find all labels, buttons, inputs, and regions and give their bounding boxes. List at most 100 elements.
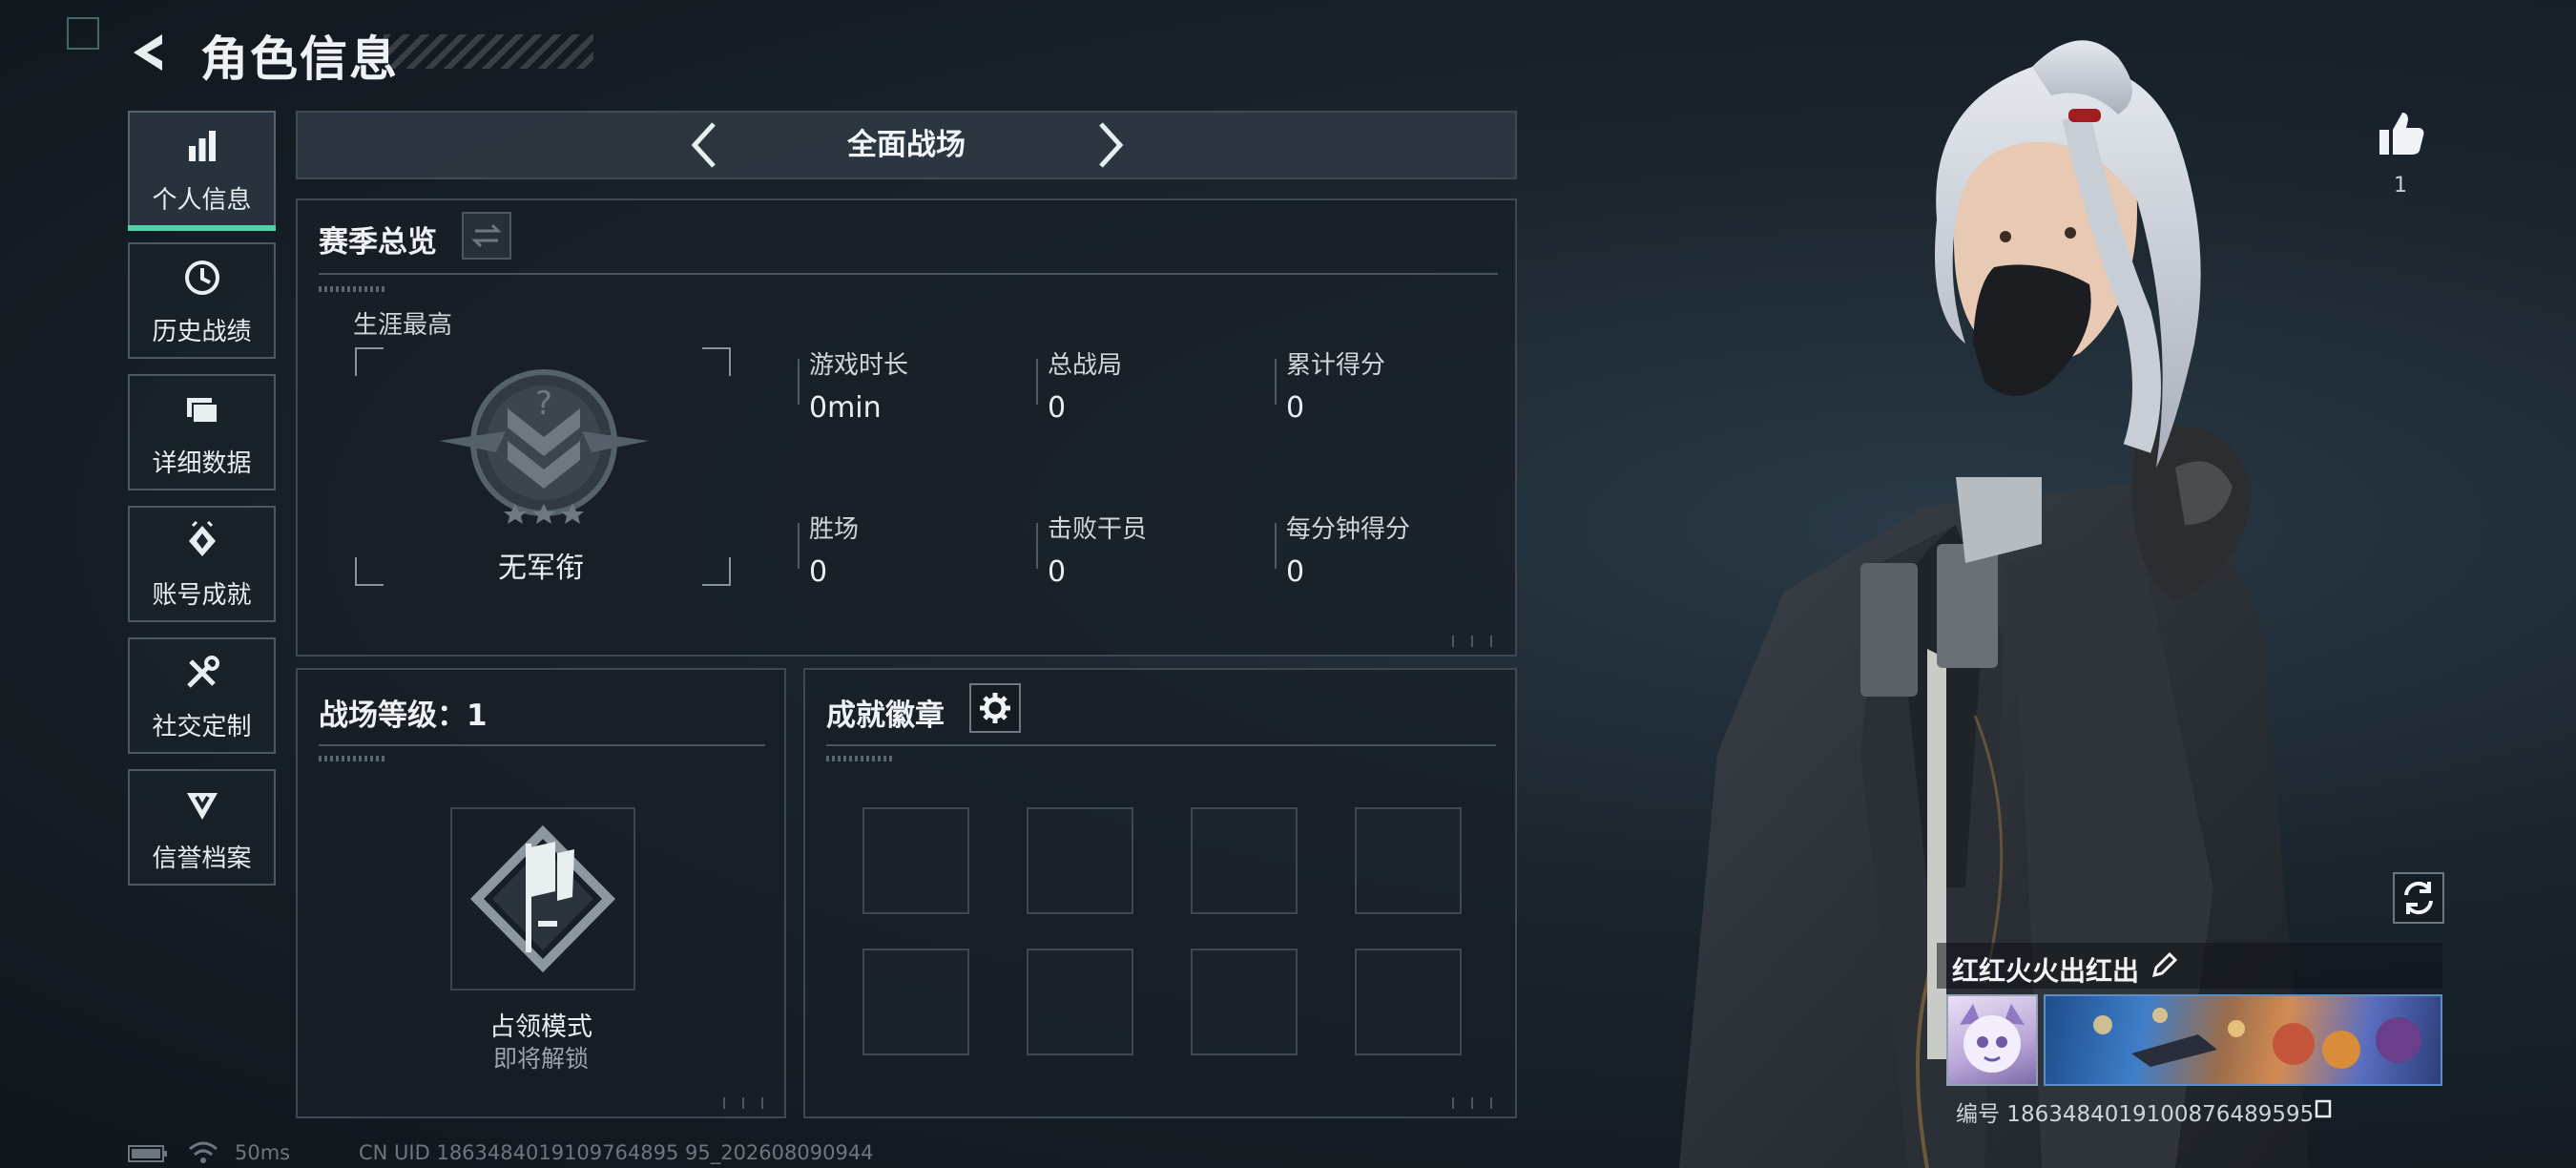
divider xyxy=(826,744,1496,746)
badge-slot[interactable] xyxy=(862,949,969,1055)
corner-mark xyxy=(67,17,99,50)
prev-mode-button[interactable] xyxy=(679,118,733,172)
ping-value: 50ms xyxy=(235,1141,291,1164)
name-card-banner[interactable] xyxy=(2044,994,2442,1086)
gear-icon xyxy=(980,693,1010,723)
corner-decoration xyxy=(1446,636,1507,647)
player-uid: 编号 1863484019100876489595 xyxy=(1956,1102,2315,1127)
battery-icon xyxy=(128,1145,167,1162)
sidebar-item-achievements[interactable]: 账号成就 xyxy=(128,506,276,622)
bar-chart-icon xyxy=(188,131,216,161)
svg-text:?: ? xyxy=(535,385,552,423)
achievement-icon xyxy=(188,520,216,556)
badge-slot[interactable] xyxy=(862,807,969,914)
next-mode-button[interactable] xyxy=(1082,118,1135,172)
sidebar-item-profile[interactable]: 个人信息 xyxy=(128,111,276,231)
copy-uid-button[interactable] xyxy=(2313,1097,2336,1120)
stat-label-total-score: 累计得分 xyxy=(1286,351,1386,380)
capture-flag-icon xyxy=(469,824,616,973)
stat-separator xyxy=(798,359,800,405)
avatar-character-image xyxy=(1960,1004,2025,1073)
stat-separator xyxy=(1275,359,1277,405)
stat-label-playtime: 游戏时长 xyxy=(809,351,909,380)
divider xyxy=(319,744,765,746)
rotate-icon xyxy=(2404,881,2433,915)
sidebar-item-label: 历史战绩 xyxy=(152,318,252,346)
chevron-left-icon xyxy=(691,122,716,168)
banner-artwork xyxy=(2093,1008,2421,1069)
rank-emblem-icon: ? xyxy=(439,369,649,524)
back-arrow-icon xyxy=(134,34,162,71)
switch-button[interactable] xyxy=(462,212,511,260)
decoration-dots xyxy=(319,756,385,761)
rotate-model-button[interactable] xyxy=(2393,872,2444,924)
sidebar-item-credit[interactable]: 信誉档案 xyxy=(128,769,276,886)
sidebar-item-label: 详细数据 xyxy=(152,449,252,478)
badge-slot[interactable] xyxy=(1027,949,1133,1055)
wifi-icon xyxy=(189,1141,218,1163)
stat-value-total-score: 0 xyxy=(1286,391,1305,425)
avatar[interactable] xyxy=(1946,994,2038,1086)
decoration-dots xyxy=(826,756,893,761)
achievement-badges-title: 成就徽章 xyxy=(826,699,945,733)
like-count: 1 xyxy=(2394,174,2407,198)
stat-separator xyxy=(1036,359,1038,405)
badge-slot[interactable] xyxy=(1355,807,1462,914)
copy-icon xyxy=(2315,1099,2332,1118)
bracket-corner xyxy=(702,347,731,376)
history-clock-icon xyxy=(184,261,219,295)
sidebar-item-label: 社交定制 xyxy=(152,713,252,741)
thumbs-up-icon xyxy=(2379,113,2424,155)
back-button[interactable] xyxy=(124,27,176,78)
status-uid-line: CN UID 1863484019109764895 95_2026080909… xyxy=(359,1141,874,1164)
career-best-label: 生涯最高 xyxy=(353,311,453,340)
folder-icon xyxy=(186,398,218,424)
battlefield-level-title: 战场等级：1 xyxy=(319,699,488,733)
rank-name: 无军衔 xyxy=(498,552,584,585)
sidebar-item-label: 账号成就 xyxy=(152,581,252,610)
decoration-dots xyxy=(319,286,385,292)
bracket-corner xyxy=(355,347,384,376)
divider xyxy=(319,273,1498,275)
stat-value-kills: 0 xyxy=(1048,555,1067,589)
stat-label-total-matches: 总战局 xyxy=(1048,351,1123,380)
badge-settings-button[interactable] xyxy=(969,683,1021,733)
stat-label-kills: 击败干员 xyxy=(1048,515,1148,544)
stat-value-wins: 0 xyxy=(809,555,828,589)
page-title: 角色信息 xyxy=(200,31,399,87)
sidebar-item-social[interactable]: 社交定制 xyxy=(128,637,276,754)
stat-value-score-per-minute: 0 xyxy=(1286,555,1305,589)
badge-slot[interactable] xyxy=(1191,807,1298,914)
stat-label-score-per-minute: 每分钟得分 xyxy=(1286,515,1411,544)
stat-label-wins: 胜场 xyxy=(809,515,860,544)
badge-slot[interactable] xyxy=(1191,949,1298,1055)
sidebar-item-label: 信誉档案 xyxy=(152,845,252,873)
tools-icon xyxy=(186,656,219,688)
corner-decoration xyxy=(1446,1097,1507,1109)
swap-icon xyxy=(471,223,502,248)
edit-name-button[interactable] xyxy=(2149,950,2179,981)
mode-status: 即将解锁 xyxy=(492,1045,589,1073)
sidebar-item-history[interactable]: 历史战绩 xyxy=(128,242,276,359)
sidebar-item-label: 个人信息 xyxy=(152,186,252,215)
player-name: 红红火火出红出 xyxy=(1952,955,2140,987)
stat-separator xyxy=(1036,523,1038,569)
title-decoration xyxy=(384,34,593,69)
mode-icon-frame xyxy=(450,807,635,991)
stat-value-playtime: 0min xyxy=(809,391,882,425)
sidebar-item-details[interactable]: 详细数据 xyxy=(128,374,276,490)
corner-decoration xyxy=(717,1097,779,1109)
pencil-icon xyxy=(2151,951,2178,978)
badge-slot[interactable] xyxy=(1355,949,1462,1055)
badge-slot[interactable] xyxy=(1027,807,1133,914)
season-overview-title: 赛季总览 xyxy=(319,225,437,260)
chevron-right-icon xyxy=(1099,122,1124,168)
stat-separator xyxy=(798,523,800,569)
like-button[interactable] xyxy=(2372,105,2429,162)
credit-shield-icon xyxy=(186,793,218,820)
stat-separator xyxy=(1275,523,1277,569)
bracket-corner xyxy=(702,557,731,586)
mode-name: 占领模式 xyxy=(489,1012,592,1042)
stat-value-total-matches: 0 xyxy=(1048,391,1067,425)
mode-label: 全面战场 xyxy=(847,128,966,162)
